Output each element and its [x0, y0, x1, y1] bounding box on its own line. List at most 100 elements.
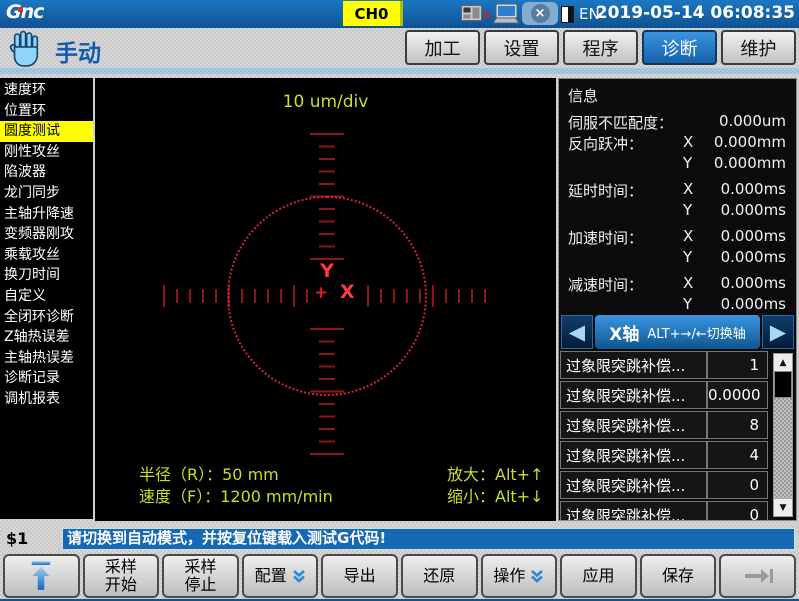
table-row[interactable]: 过象限突跳补偿...8	[560, 411, 768, 439]
tab-program[interactable]: 程序	[563, 30, 638, 65]
info-row: Y0.000mm	[559, 154, 796, 175]
table-scrollbar[interactable]: ▲ ▼	[773, 353, 793, 517]
info-row-label: 伺服不匹配度：	[568, 112, 673, 133]
table-row[interactable]: 过象限突跳补偿...1	[560, 351, 768, 379]
status-channel-label: $1	[6, 529, 28, 548]
toolbar-button-label: 导出	[344, 567, 376, 585]
sidebar-item[interactable]: 位置环	[0, 101, 93, 122]
tab-maintenance[interactable]: 维护	[721, 30, 796, 65]
sidebar-item[interactable]: 主轴升降速	[0, 204, 93, 225]
next-axis-button[interactable]: ▶	[762, 315, 794, 349]
table-row[interactable]: 过象限突跳补偿...0	[560, 501, 768, 520]
info-row: Y 0.000ms	[559, 295, 796, 316]
input-method-icon	[561, 6, 574, 23]
sidebar-item[interactable]: 主轴热误差	[0, 348, 93, 369]
sidebar-item[interactable]: 全闭环诊断	[0, 307, 93, 328]
right-arrow-icon: ▶	[770, 320, 786, 344]
brand-logo-dot	[18, 7, 23, 12]
info-row-axis: Y	[683, 248, 692, 266]
info-row-label: 减速时间：	[568, 274, 643, 295]
toolbar-button-export[interactable]: 导出	[321, 554, 398, 598]
info-row-label: 延时时间：	[568, 180, 643, 201]
circularity-plot: 10 um/div Y + X 半径（R）：50 mm 速度（F）：1200 m…	[95, 78, 556, 521]
scroll-up-button[interactable]: ▲	[774, 354, 792, 371]
info-row: 伺服不匹配度：0.000um	[559, 112, 796, 133]
plot-center-marker: +	[314, 283, 328, 303]
chevron-down-icon	[530, 569, 544, 583]
table-cell-label: 过象限突跳补偿...	[561, 412, 708, 438]
sidebar-item[interactable]: 自定义	[0, 286, 93, 307]
info-row-value: 0.000ms	[721, 201, 786, 219]
info-row-value: 0.000ms	[721, 295, 786, 313]
info-row-value: 0.000mm	[714, 133, 786, 151]
table-cell-value: 0.0000	[708, 386, 769, 404]
channel-badge: CH0	[343, 1, 403, 26]
table-cell-value: 0	[708, 506, 767, 520]
axis-switch-bar[interactable]: X轴 ALT+→/←切换轴	[595, 315, 760, 349]
table-row[interactable]: 过象限突跳补偿...0	[560, 471, 768, 499]
tab-diagnosis[interactable]: 诊断	[642, 30, 717, 65]
brand-logo-text: Gnc	[6, 1, 43, 23]
toolbar-button-jump-top[interactable]	[3, 554, 80, 598]
table-cell-label: 过象限突跳补偿...	[561, 352, 708, 378]
brand-logo: Gnc	[6, 1, 43, 23]
toolbar-button-apply[interactable]: 应用	[560, 554, 637, 598]
toolbar-button-save[interactable]: 保存	[640, 554, 717, 598]
info-row-axis: X	[683, 227, 693, 245]
toolbar-button-config[interactable]: 配置	[242, 554, 319, 598]
close-icon: ×	[531, 4, 550, 23]
toolbar-button-restore[interactable]: 还原	[401, 554, 478, 598]
toolbar-button-label: 应用	[582, 567, 614, 585]
tab-machining[interactable]: 加工	[405, 30, 480, 65]
jump-top-icon	[29, 560, 53, 592]
info-row-axis: X	[683, 180, 693, 198]
plot-y-axis-label: Y	[311, 260, 343, 282]
sidebar-item[interactable]: 刚性攻丝	[0, 142, 93, 163]
table-cell-value: 8	[708, 416, 767, 434]
toolbar-button-label: 配置	[255, 567, 287, 585]
info-row-axis: X	[683, 133, 693, 151]
sidebar-item[interactable]: 诊断记录	[0, 368, 93, 389]
toolbar-button-sample-stop[interactable]: 采样 停止	[162, 554, 239, 598]
sidebar-item[interactable]: 换刀时间	[0, 265, 93, 286]
sidebar-item[interactable]: 圆度测试	[0, 121, 93, 142]
machine-error-icon: ×	[481, 9, 492, 22]
sidebar-item[interactable]: Z轴热误差	[0, 327, 93, 348]
toolbar-button-sample-start[interactable]: 采样 开始	[83, 554, 160, 598]
sidebar-item[interactable]: 龙门同步	[0, 183, 93, 204]
plot-zoom-out-hint: 缩小：Alt+↓	[447, 486, 543, 508]
info-row: 延时时间：X0.000ms	[559, 180, 796, 201]
next-page-icon	[741, 566, 775, 586]
down-triangle-icon: ▼	[780, 503, 787, 513]
table-cell-label: 过象限突跳补偿...	[561, 502, 708, 520]
plot-zoom-in-hint: 放大：Alt+↑	[447, 464, 543, 486]
chevron-down-icon	[292, 569, 306, 583]
toolbar-button-next-page[interactable]	[719, 554, 796, 598]
scrollbar-thumb[interactable]	[774, 371, 792, 398]
tab-settings[interactable]: 设置	[484, 30, 559, 65]
info-row-axis: X	[683, 274, 693, 292]
info-rows: 伺服不匹配度：0.000um反向跃冲：X0.000mmY0.000mm延时时间：…	[559, 112, 796, 316]
scroll-down-button[interactable]: ▼	[774, 499, 792, 516]
table-cell-value: 0	[708, 476, 767, 494]
sidebar-item[interactable]: 调机报表	[0, 389, 93, 410]
table-row[interactable]: 过象限突跳补偿...0.0000	[560, 381, 768, 409]
info-row-label: 反向跃冲：	[568, 133, 643, 154]
info-row-value: 0.000mm	[714, 154, 786, 172]
sidebar-item[interactable]: 速度环	[0, 80, 93, 101]
previous-axis-button[interactable]: ◀	[561, 315, 593, 349]
sidebar-item[interactable]: 陷波器	[0, 162, 93, 183]
sidebar-item[interactable]: 变频器刚攻	[0, 224, 93, 245]
up-triangle-icon: ▲	[780, 358, 787, 368]
table-row[interactable]: 过象限突跳补偿...4	[560, 441, 768, 469]
table-cell-label: 过象限突跳补偿...	[561, 442, 708, 468]
info-row-axis: Y	[683, 295, 692, 313]
sidebar-item[interactable]: 乘载攻丝	[0, 245, 93, 266]
alarm-clear-button[interactable]: ×	[522, 2, 558, 25]
axis-switcher: ◀ X轴 ALT+→/←切换轴 ▶	[559, 315, 796, 349]
datetime-display: 2019-05-14 06:08:35	[596, 3, 795, 23]
current-axis-label: X轴	[609, 320, 639, 345]
manual-mode-hand-icon	[8, 30, 43, 68]
toolbar-button-operate[interactable]: 操作	[481, 554, 558, 598]
info-row: Y0.000ms	[559, 201, 796, 222]
